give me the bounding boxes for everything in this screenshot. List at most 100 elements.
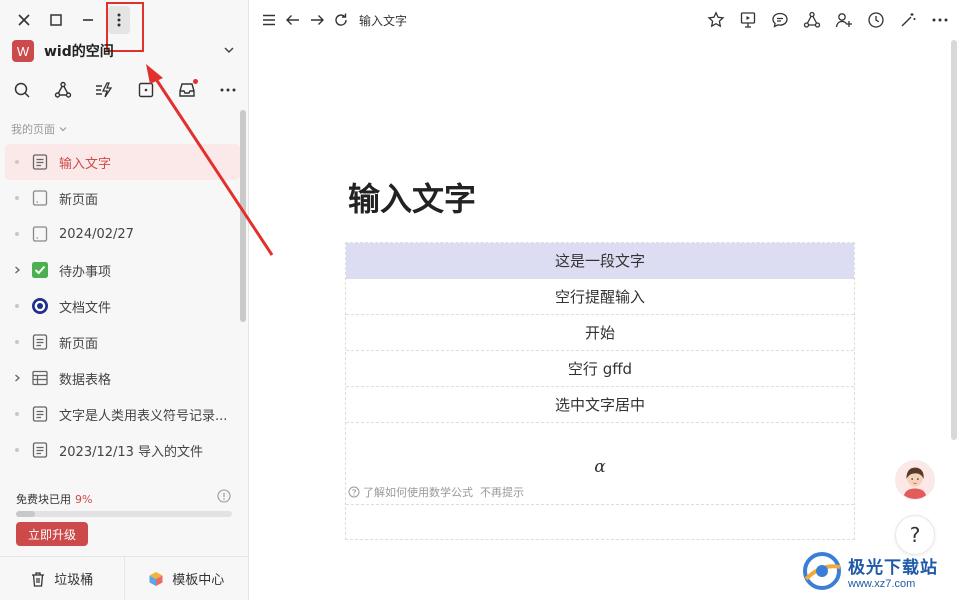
watermark-text: 极光下载站 www.xz7.com [848,553,938,590]
quota-percent: 9% [75,493,93,506]
maximize-icon [50,14,62,26]
more-horizontal-icon [220,88,236,92]
trash-button[interactable]: 垃圾桶 [0,557,124,600]
sidebar-toolbar [10,78,240,102]
maximize-window-button[interactable] [40,6,72,34]
chevron-right-icon[interactable] [11,265,23,275]
table-icon [31,369,49,387]
quick-action-button[interactable] [92,78,116,102]
blank-page-icon [31,189,49,207]
blank-page-icon [31,225,49,243]
sidebar-page-item[interactable]: 新页面 [5,324,240,360]
content-table: 这是一段文字 空行提醒输入 开始 空行 gffd 选中文字居中 α 了解如何使用… [345,242,855,540]
trash-icon [32,571,45,587]
sidebar-page-label: 数据表格 [59,372,112,388]
presentation-icon [740,12,756,28]
main-editor: 输入文字 输入文字 这是一段文字 空行提醒输入 开始 空行 gffd 选中文字居… [249,0,960,600]
sidebar-page-item[interactable]: 2023/12/13 导入的文件 [5,432,240,468]
forward-button[interactable] [305,8,329,32]
info-icon[interactable] [217,489,231,503]
more-horizontal-icon [932,18,948,22]
minimize-window-button[interactable] [72,6,104,34]
workspace-switcher[interactable]: W wid的空间 [12,38,236,64]
formula-symbol: α [594,456,606,477]
favorite-button[interactable] [704,8,728,32]
chevron-down-icon [59,127,67,132]
focus-button[interactable] [134,78,158,102]
sidebar-page-label: 2023/12/13 导入的文件 [59,444,204,460]
bullet-dot [11,448,23,452]
refresh-button[interactable] [329,8,353,32]
table-row[interactable]: 开始 [346,315,854,351]
inbox-button[interactable] [175,78,199,102]
bullet-dot [11,196,23,200]
formula-hint-link[interactable]: 了解如何使用数学公式 [363,484,473,500]
sidebar-bottom-bar: 垃圾桶 模板中心 [0,556,248,600]
bullet-dot [11,304,23,308]
menu-button[interactable] [257,8,281,32]
sidebar-page-item[interactable]: 文字是人类用表义符号记录... [5,396,240,432]
assistant-avatar-button[interactable] [895,460,935,500]
sidebar-scrollbar[interactable] [240,110,246,322]
sidebar-page-item[interactable]: 数据表格 [5,360,240,396]
close-icon [18,14,30,26]
sidebar-page-item[interactable]: 新页面 [5,180,240,216]
site-watermark: 极光下载站 www.xz7.com [800,545,956,597]
graph-button[interactable] [51,78,75,102]
sidebar-page-label: 2024/02/27 [59,226,134,242]
table-row[interactable]: 选中文字居中 [346,387,854,423]
ai-magic-button[interactable] [896,8,920,32]
my-pages-section[interactable]: 我的页面 [11,121,68,137]
search-button[interactable] [10,78,34,102]
history-button[interactable] [864,8,888,32]
bullet-dot [11,232,23,236]
doc-icon [31,405,49,423]
sidebar-page-item[interactable]: 文档文件 [5,288,240,324]
table-row[interactable]: 空行 gffd [346,351,854,387]
template-center-button[interactable]: 模板中心 [123,557,249,600]
share-button[interactable] [832,8,856,32]
app-window: W wid的空间 我的页面 输入文字 新页面 2024/02/27 待办事项 文… [0,0,960,600]
checkbox-icon [31,261,49,279]
present-button[interactable] [736,8,760,32]
arrow-left-icon [286,15,299,25]
comments-button[interactable] [768,8,792,32]
watermark-title: 极光下载站 [848,557,938,578]
search-icon [14,82,30,98]
chevron-right-icon[interactable] [11,373,23,383]
inbox-icon [179,83,195,97]
doc-icon [31,333,49,351]
star-icon [707,11,725,28]
formula-dismiss-link[interactable]: 不再提示 [480,484,524,500]
refresh-icon [335,13,347,26]
page-title[interactable]: 输入文字 [348,174,476,220]
arrow-right-icon [311,15,324,25]
table-row[interactable]: 这是一段文字 [346,243,854,279]
upgrade-button[interactable]: 立即升级 [16,522,88,546]
page-list: 输入文字 新页面 2024/02/27 待办事项 文档文件 新页面 数据表格 文字是人类用表义… [5,144,240,468]
formula-hint: 了解如何使用数学公式 不再提示 [348,484,524,500]
sidebar-page-label: 文档文件 [59,300,112,316]
more-options-button[interactable] [928,8,952,32]
back-button[interactable] [281,8,305,32]
editor-scrollbar[interactable] [951,40,957,440]
bullet-dot [11,412,23,416]
editor-toolbar: 输入文字 [257,6,952,34]
quota-panel: 免费块已用 9% 立即升级 [0,482,248,556]
more-tools-button[interactable] [216,78,240,102]
sidebar-page-item[interactable]: 2024/02/27 [5,216,240,252]
formula-block[interactable]: α 了解如何使用数学公式 不再提示 [346,423,854,505]
graph-view-button[interactable] [800,8,824,32]
toolbar-actions [704,8,952,32]
sidebar-page-item[interactable]: 待办事项 [5,252,240,288]
watermark-logo-icon [803,552,841,590]
template-cube-icon [149,571,163,586]
bullet-dot [11,340,23,344]
sidebar-page-item[interactable]: 输入文字 [5,144,240,180]
close-window-button[interactable] [8,6,40,34]
workspace-name: wid的空间 [44,44,114,60]
graph-icon [54,81,72,98]
chevron-down-icon [222,42,236,61]
empty-row[interactable] [346,505,854,539]
table-row[interactable]: 空行提醒输入 [346,279,854,315]
